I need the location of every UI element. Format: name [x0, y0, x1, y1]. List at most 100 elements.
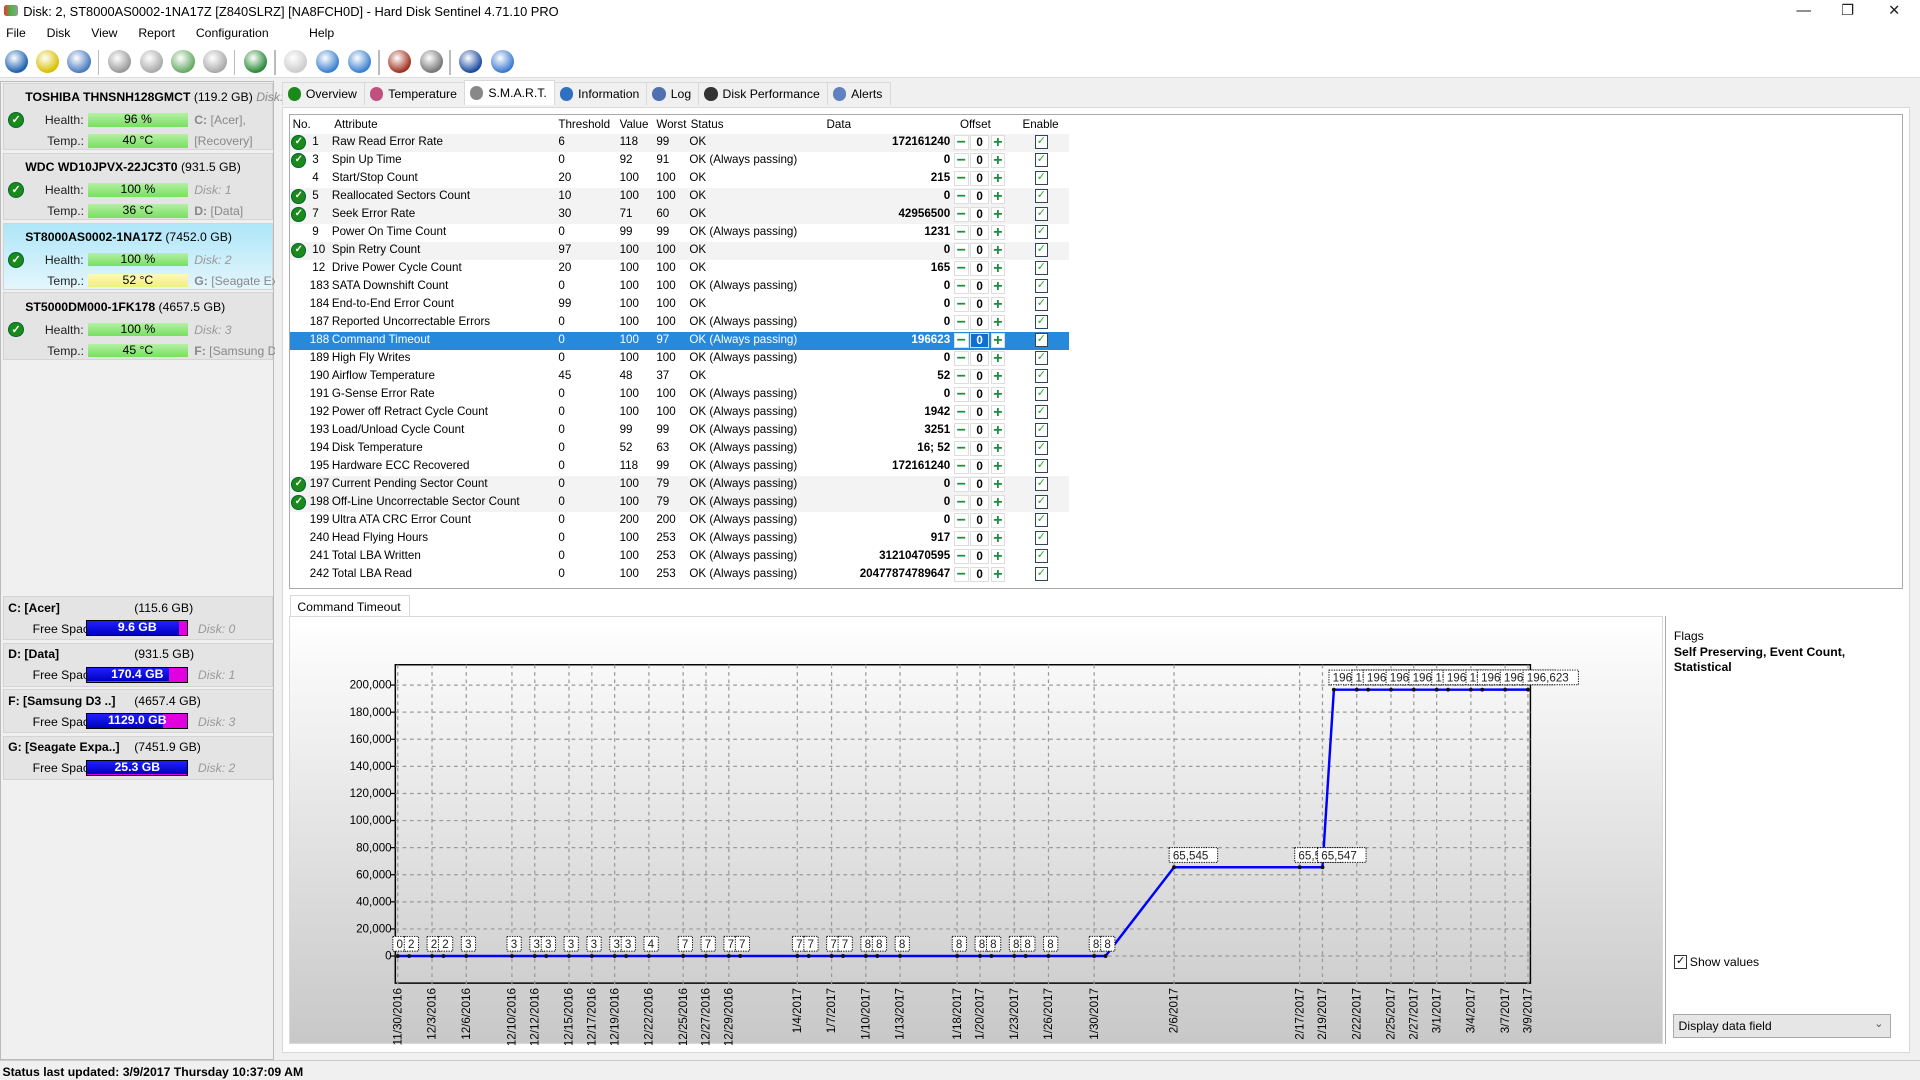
offset-value[interactable]: 0	[969, 189, 990, 204]
enable-checkbox[interactable]: ✓	[1034, 297, 1049, 311]
enable-checkbox[interactable]: ✓	[1034, 135, 1049, 149]
offset-value[interactable]: 0	[969, 153, 990, 168]
smart-row[interactable]: 195 Hardware ECC Recovered 0 118 99 OK (Alway…	[290, 458, 1069, 476]
offset-decrease-button[interactable]: −	[953, 369, 969, 385]
offset-value[interactable]: 0	[969, 369, 990, 384]
column-header-offset[interactable]: Offset	[960, 118, 991, 131]
column-header-attribute[interactable]: Attribute	[334, 118, 377, 131]
disk-search-icon[interactable]	[203, 50, 227, 74]
offset-value[interactable]: 0	[969, 567, 990, 582]
smart-row[interactable]: ✓ 5 Reallocated Sectors Count 10 100 100 OK 0−0…	[290, 188, 1069, 207]
offset-value[interactable]: 0	[969, 243, 990, 258]
smart-row[interactable]: ✓ 198 Off-Line Uncorrectable Sector Count 0…	[290, 494, 1069, 513]
offset-decrease-button[interactable]: −	[953, 459, 969, 475]
enable-checkbox[interactable]: ✓	[1034, 369, 1049, 383]
offset-decrease-button[interactable]: −	[953, 243, 969, 259]
offset-decrease-button[interactable]: −	[953, 189, 969, 205]
offset-increase-button[interactable]: +	[990, 243, 1006, 259]
offset-value[interactable]: 0	[969, 297, 990, 312]
smart-row[interactable]: ✓ 3 Spin Up Time 0 92 91 OK (Always passing) 0−…	[290, 152, 1069, 170]
offset-value[interactable]: 0	[969, 261, 990, 276]
offset-increase-button[interactable]: +	[990, 441, 1006, 457]
offset-decrease-button[interactable]: −	[953, 261, 969, 277]
menu-report[interactable]: Report	[138, 26, 175, 40]
offset-decrease-button[interactable]: −	[953, 495, 969, 511]
offset-increase-button[interactable]: +	[990, 225, 1006, 241]
minimize-button[interactable]: —	[1782, 0, 1826, 22]
smart-row[interactable]: ✓ 10 Spin Retry Count 97 100 100 OK 0−0 + ✓	[290, 242, 1069, 261]
smart-row[interactable]: 193 Load/Unload Cycle Count 0 99 99 OK (Alway…	[290, 422, 1069, 440]
offset-decrease-button[interactable]: −	[953, 567, 969, 583]
offset-increase-button[interactable]: +	[990, 297, 1006, 313]
partition-card[interactable]: G: [Seagate Expa..] (7451.9 GB) Free Space…	[3, 735, 273, 780]
offset-increase-button[interactable]: +	[990, 333, 1006, 349]
show-values-checkbox[interactable]: ✓ Show values	[1673, 955, 1759, 969]
offset-value[interactable]: 0	[969, 441, 990, 456]
menu-help[interactable]: Help	[309, 26, 334, 40]
column-header-status[interactable]: Status	[691, 118, 724, 131]
offset-value[interactable]: 0	[969, 279, 990, 294]
offset-increase-button[interactable]: +	[990, 261, 1006, 277]
disk-gray-icon[interactable]	[107, 50, 131, 74]
offset-value[interactable]: 0	[969, 135, 990, 150]
offset-increase-button[interactable]: +	[990, 153, 1006, 169]
enable-checkbox[interactable]: ✓	[1034, 261, 1049, 275]
offset-increase-button[interactable]: +	[990, 207, 1006, 223]
enable-checkbox[interactable]: ✓	[1034, 171, 1049, 185]
tab-temperature[interactable]: Temperature	[364, 82, 466, 106]
offset-decrease-button[interactable]: −	[953, 153, 969, 169]
enable-checkbox[interactable]: ✓	[1034, 207, 1049, 221]
offset-increase-button[interactable]: +	[990, 279, 1006, 295]
offset-increase-button[interactable]: +	[990, 477, 1006, 493]
enable-checkbox[interactable]: ✓	[1034, 405, 1049, 419]
offset-increase-button[interactable]: +	[990, 495, 1006, 511]
smart-row[interactable]: 183 SATA Downshift Count 0 100 100 OK (Always…	[290, 278, 1069, 296]
offset-decrease-button[interactable]: −	[953, 207, 969, 223]
enable-checkbox[interactable]: ✓	[1034, 387, 1049, 401]
network-icon[interactable]	[347, 50, 371, 74]
smart-row[interactable]: 187 Reported Uncorrectable Errors 0 100 100 O…	[290, 314, 1069, 332]
smart-row[interactable]: ✓ 1 Raw Read Error Rate 6 118 99 OK 172161240−0…	[290, 134, 1069, 153]
offset-decrease-button[interactable]: −	[953, 351, 969, 367]
offset-increase-button[interactable]: +	[990, 387, 1006, 403]
report-icon[interactable]	[284, 50, 308, 74]
smart-row[interactable]: 189 High Fly Writes 0 100 100 OK (Always pass…	[290, 350, 1069, 368]
smart-row[interactable]: 188 Command Timeout 0 100 97 OK (Always passi…	[290, 332, 1069, 351]
enable-checkbox[interactable]: ✓	[1034, 441, 1049, 455]
enable-checkbox[interactable]: ✓	[1034, 153, 1049, 167]
offset-value[interactable]: 0	[969, 387, 990, 402]
offset-increase-button[interactable]: +	[990, 513, 1006, 529]
disk-card[interactable]: ST8000AS0002-1NA17Z (7452.0 GB) ✓ Health:…	[3, 222, 275, 290]
disk-card[interactable]: ST5000DM000-1FK178 (4657.5 GB) ✓ Health: T…	[3, 292, 275, 360]
smart-row[interactable]: ✓ 197 Current Pending Sector Count 0 100 79 OK…	[290, 476, 1069, 495]
offset-increase-button[interactable]: +	[990, 567, 1006, 583]
column-header-worst[interactable]: Worst	[656, 118, 686, 131]
offset-increase-button[interactable]: +	[990, 405, 1006, 421]
offset-value[interactable]: 0	[969, 531, 990, 546]
offset-decrease-button[interactable]: −	[953, 135, 969, 151]
refresh-icon[interactable]	[4, 50, 29, 74]
offset-value[interactable]: 0	[969, 351, 990, 366]
offset-increase-button[interactable]: +	[990, 351, 1006, 367]
offset-increase-button[interactable]: +	[990, 549, 1006, 565]
offset-value[interactable]: 0	[969, 495, 990, 510]
offset-value[interactable]: 0	[969, 225, 990, 240]
tab-s-m-a-r-t[interactable]: S.M.A.R.T.	[464, 79, 556, 106]
menu-file[interactable]: File	[6, 26, 26, 40]
offset-value[interactable]: 0	[969, 315, 990, 330]
tab-log[interactable]: Log	[646, 82, 700, 106]
alert-refresh-icon[interactable]	[35, 50, 59, 74]
smart-row[interactable]: 242 Total LBA Read 0 100 253 OK (Always passi…	[290, 566, 1069, 584]
offset-increase-button[interactable]: +	[990, 315, 1006, 331]
offset-value[interactable]: 0	[969, 477, 990, 492]
tab-overview[interactable]: Overview	[281, 82, 366, 106]
offset-increase-button[interactable]: +	[990, 459, 1006, 475]
enable-checkbox[interactable]: ✓	[1034, 549, 1049, 563]
enable-checkbox[interactable]: ✓	[1034, 423, 1049, 437]
offset-value[interactable]: 0	[969, 423, 990, 438]
offset-decrease-button[interactable]: −	[953, 279, 969, 295]
close-button[interactable]: ✕	[1872, 0, 1916, 22]
smart-row[interactable]: 199 Ultra ATA CRC Error Count 0 200 200 OK (A…	[290, 512, 1069, 530]
offset-decrease-button[interactable]: −	[953, 531, 969, 547]
smart-row[interactable]: ✓ 7 Seek Error Rate 30 71 60 OK 42956500−0 + ✓	[290, 206, 1069, 225]
